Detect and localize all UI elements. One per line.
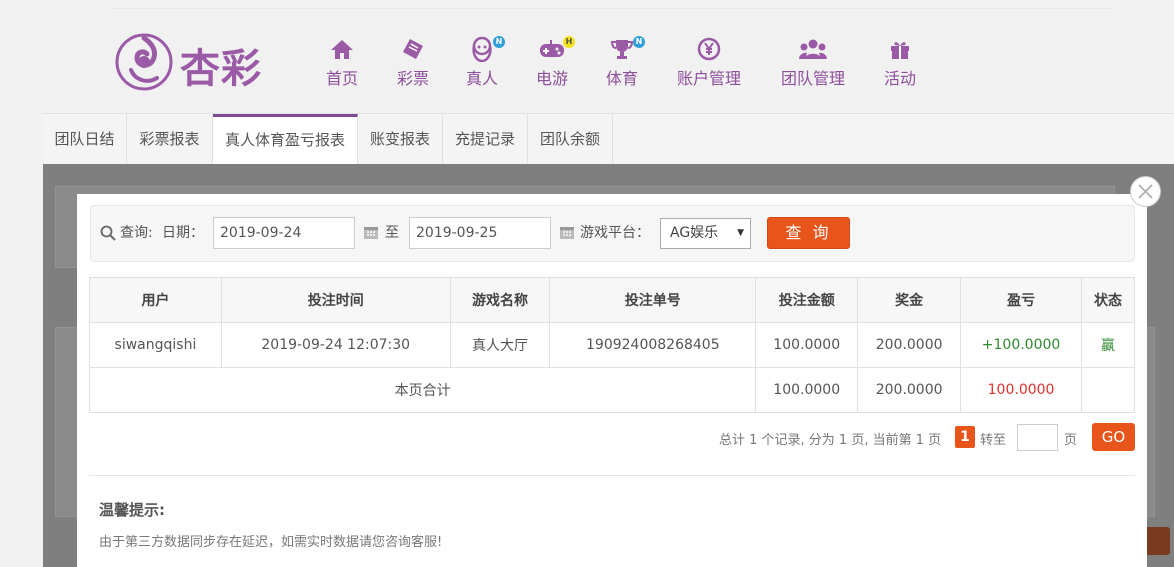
close-modal-button[interactable] xyxy=(1130,176,1161,207)
tab-live-sports-report[interactable]: 真人体育盈亏报表 xyxy=(213,114,358,165)
cell-bet-id: 190924008268405 xyxy=(549,322,757,368)
summary-status xyxy=(1081,367,1135,413)
col-header-bet-amount[interactable]: 投注金额 xyxy=(755,277,859,323)
tab-deposit-withdraw[interactable]: 充提记录 xyxy=(443,114,528,164)
nav-item-account[interactable]: 账户管理 xyxy=(674,36,744,92)
divider xyxy=(89,475,1135,476)
summary-bonus: 200.0000 xyxy=(857,367,962,413)
calendar-icon[interactable] xyxy=(363,225,379,240)
lottery-icon xyxy=(403,39,423,59)
nav-item-sports[interactable]: N 体育 xyxy=(602,36,645,92)
date-from-input[interactable]: 2019-09-24 xyxy=(213,217,355,249)
col-header-user[interactable]: 用户 xyxy=(89,277,222,323)
report-tabs: 团队日结 彩票报表 真人体育盈亏报表 账变报表 充提记录 团队余额 xyxy=(43,113,1174,165)
tab-team-balance[interactable]: 团队余额 xyxy=(528,114,613,164)
nav-item-team[interactable]: 团队管理 xyxy=(778,36,848,92)
hot-badge: H xyxy=(563,36,575,48)
table-header-row: 用户 投注时间 游戏名称 投注单号 投注金额 奖金 盈亏 状态 xyxy=(89,277,1135,323)
cell-bonus: 200.0000 xyxy=(857,322,962,368)
nav-label: 首页 xyxy=(325,69,358,88)
page-label: 页 xyxy=(1064,433,1078,448)
nav-item-live[interactable]: N 真人 xyxy=(462,36,505,92)
team-icon xyxy=(799,39,827,59)
platform-select[interactable]: AG娱乐 ▼ xyxy=(660,218,751,249)
nav-item-egames[interactable]: H 电游 xyxy=(532,36,575,92)
chevron-down-icon: ▼ xyxy=(737,228,744,238)
live-dealer-icon xyxy=(472,36,492,62)
home-icon xyxy=(331,40,353,59)
table-row: siwangqishi 2019-09-24 12:07:30 真人大厅 190… xyxy=(89,322,1135,368)
col-header-bet-id[interactable]: 投注单号 xyxy=(549,277,757,323)
summary-row: 本页合计 100.0000 200.0000 100.0000 xyxy=(88,367,1135,413)
yen-coin-icon xyxy=(697,37,721,61)
logo-emblem-icon xyxy=(115,33,173,91)
new-badge: N xyxy=(493,36,505,48)
tips-title: 温馨提示: xyxy=(99,501,165,519)
close-icon xyxy=(1138,184,1153,199)
new-badge: N xyxy=(633,36,645,48)
tab-team-daily[interactable]: 团队日结 xyxy=(43,114,127,164)
trophy-icon xyxy=(610,40,634,59)
query-button[interactable]: 查 询 xyxy=(767,217,850,249)
platform-select-value: AG娱乐 xyxy=(670,225,719,241)
cell-game-name: 真人大厅 xyxy=(449,322,551,368)
goto-page-input[interactable] xyxy=(1017,424,1058,451)
tab-account-changes[interactable]: 账变报表 xyxy=(358,114,443,164)
gamepad-icon xyxy=(540,40,564,57)
nav-label: 彩票 xyxy=(396,69,429,88)
bet-report-table: 用户 投注时间 游戏名称 投注单号 投注金额 奖金 盈亏 状态 siwangqi… xyxy=(88,277,1135,413)
header-divider xyxy=(113,8,1112,9)
nav-label: 真人 xyxy=(465,69,498,88)
cell-profit: +100.0000 xyxy=(960,322,1082,368)
cell-status: 赢 xyxy=(1081,322,1135,368)
pager-info: 总计 1 个记录, 分为 1 页, 当前第 1 页 xyxy=(719,433,942,448)
platform-label: 游戏平台： xyxy=(580,225,650,241)
cell-bet-amount: 100.0000 xyxy=(755,322,859,368)
nav-label: 活动 xyxy=(883,69,916,88)
tab-lottery-report[interactable]: 彩票报表 xyxy=(127,114,213,164)
col-header-bonus[interactable]: 奖金 xyxy=(857,277,962,323)
cell-bet-time: 2019-09-24 12:07:30 xyxy=(220,322,451,368)
nav-label: 账户管理 xyxy=(676,69,741,88)
nav-label: 电游 xyxy=(535,69,568,88)
search-icon xyxy=(100,225,116,241)
nav-item-home[interactable]: 首页 xyxy=(322,36,362,92)
nav-label: 团队管理 xyxy=(780,69,845,88)
nav-label: 体育 xyxy=(605,69,638,88)
cell-user: siwangqishi xyxy=(89,322,222,368)
current-page[interactable]: 1 xyxy=(955,426,975,448)
logo-text: 杏彩 xyxy=(180,46,262,92)
query-label: 查询: xyxy=(120,225,153,241)
nav-item-promotions[interactable]: 活动 xyxy=(880,36,920,92)
col-header-bet-time[interactable]: 投注时间 xyxy=(220,277,451,323)
goto-label: 转至 xyxy=(980,433,1007,448)
date-label: 日期： xyxy=(162,225,204,241)
summary-profit: 100.0000 xyxy=(960,367,1082,413)
summary-bet-amount: 100.0000 xyxy=(755,367,859,413)
report-modal: 查询: 日期： 2019-09-24 至 2019-09-25 游戏平台： AG… xyxy=(77,194,1147,567)
nav-item-lottery[interactable]: 彩票 xyxy=(393,36,433,92)
col-header-status[interactable]: 状态 xyxy=(1081,277,1135,323)
gift-icon xyxy=(891,42,909,59)
calendar-icon[interactable] xyxy=(559,225,575,240)
col-header-game-name[interactable]: 游戏名称 xyxy=(449,277,551,323)
col-header-profit[interactable]: 盈亏 xyxy=(960,277,1082,323)
summary-label: 本页合计 xyxy=(88,367,757,413)
go-button[interactable]: GO xyxy=(1092,423,1135,451)
tips-text: 由于第三方数据同步存在延迟，如需实时数据请您咨询客服! xyxy=(99,535,443,550)
to-label: 至 xyxy=(385,225,399,241)
date-to-input[interactable]: 2019-09-25 xyxy=(409,217,551,249)
